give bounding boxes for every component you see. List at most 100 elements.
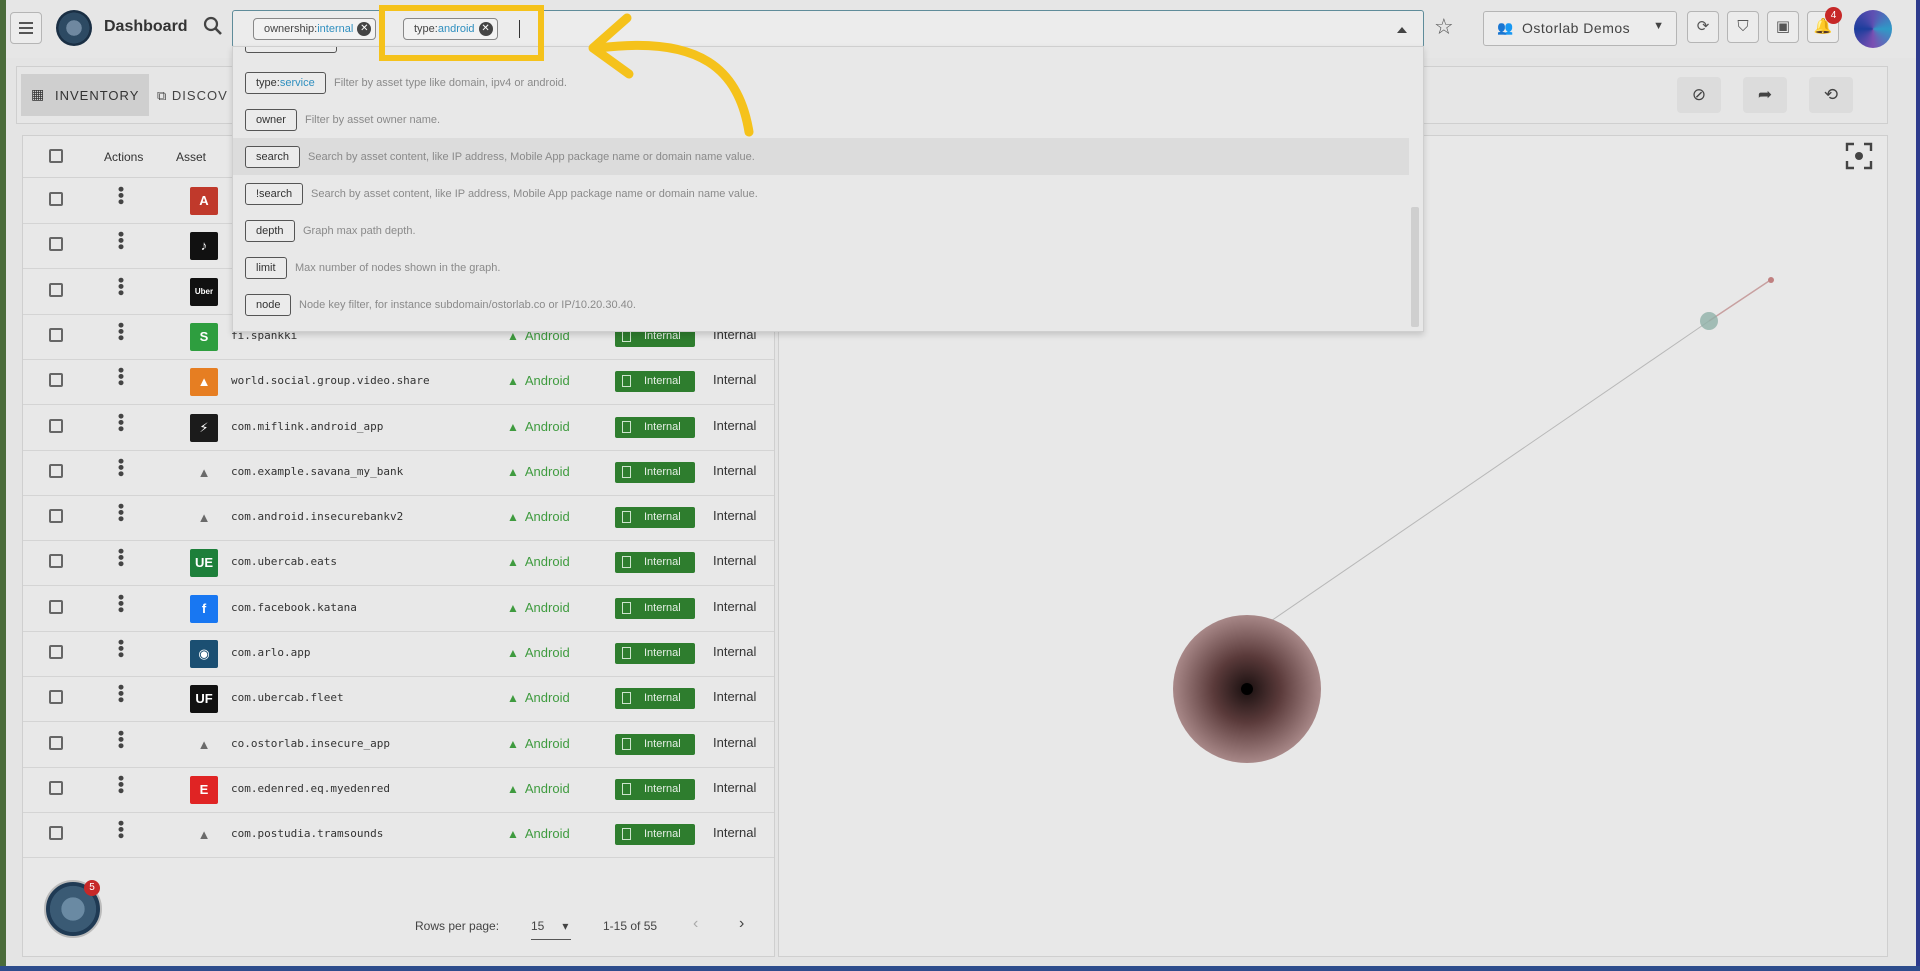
asset-name[interactable]: com.miflink.android_app: [231, 420, 383, 433]
row-checkbox[interactable]: [49, 690, 63, 705]
ownership-badge: Internal: [615, 643, 695, 664]
filter-suggestions: type:service Filter by asset type like do…: [232, 46, 1424, 332]
row-checkbox[interactable]: [49, 554, 63, 569]
android-icon: ▲: [507, 827, 519, 842]
android-icon: ▲: [507, 419, 519, 434]
more-actions-icon[interactable]: •••: [111, 775, 131, 794]
asset-name[interactable]: world.social.group.video.share: [231, 374, 430, 387]
app-icon: ▲: [197, 464, 211, 480]
row-checkbox[interactable]: [49, 599, 63, 614]
asset-name[interactable]: com.ubercab.fleet: [231, 691, 344, 704]
hide-icon[interactable]: ⊘: [1677, 77, 1721, 113]
more-actions-icon[interactable]: •••: [111, 594, 131, 613]
filter-chip-ownership[interactable]: ownership:internal ✕: [253, 18, 377, 40]
row-checkbox[interactable]: [49, 327, 63, 342]
select-all-checkbox[interactable]: [49, 149, 63, 163]
suggestion-item[interactable]: depth Graph max path depth.: [233, 212, 1409, 249]
shield-icon[interactable]: ⛉: [1727, 11, 1759, 43]
row-checkbox[interactable]: [49, 735, 63, 750]
more-actions-icon[interactable]: •••: [111, 413, 131, 432]
asset-name[interactable]: com.example.savana_my_bank: [231, 465, 403, 478]
row-checkbox[interactable]: [49, 645, 63, 659]
organization-select[interactable]: 👥 Ostorlab Demos ▼: [1483, 11, 1677, 46]
table-row[interactable]: ••• ▲ co.ostorlab.insecure_app ▲ Android Inte…: [23, 722, 774, 768]
table-row[interactable]: ••• ◉ com.arlo.app ▲ Android Internal Internal: [23, 631, 774, 677]
scrollbar[interactable]: [1411, 207, 1419, 327]
row-checkbox[interactable]: [49, 418, 63, 433]
tab-inventory[interactable]: ▦ INVENTORY: [21, 74, 149, 116]
sync-icon[interactable]: ⟳: [1687, 11, 1719, 43]
next-page-icon[interactable]: ›: [739, 915, 744, 933]
row-checkbox[interactable]: [49, 780, 63, 795]
header-actions: Actions: [104, 150, 144, 164]
more-actions-icon[interactable]: •••: [111, 367, 131, 386]
table-row[interactable]: ••• ▲ com.example.savana_my_bank ▲ Android In…: [23, 450, 774, 496]
row-checkbox[interactable]: [49, 509, 63, 524]
suggestion-item[interactable]: search Search by asset content, like IP a…: [233, 138, 1409, 175]
row-checkbox[interactable]: [49, 192, 63, 206]
row-checkbox[interactable]: [49, 282, 63, 297]
ownership-badge: Internal: [615, 733, 695, 755]
ticket-icon[interactable]: ▣: [1767, 11, 1799, 43]
tab-discovery[interactable]: ⧉ DISCOV: [157, 88, 228, 104]
doc-icon: [622, 511, 631, 524]
more-actions-icon[interactable]: •••: [111, 277, 131, 296]
remove-chip-icon[interactable]: ✕: [357, 22, 372, 36]
ownership-value: Internal: [713, 508, 757, 524]
refresh-icon[interactable]: ⟲: [1809, 77, 1853, 113]
app-icon: UF: [190, 685, 218, 714]
more-actions-icon[interactable]: •••: [111, 231, 131, 250]
asset-name[interactable]: co.ostorlab.insecure_app: [231, 737, 390, 750]
window-edge: [1916, 0, 1920, 971]
asset-name[interactable]: com.ubercab.eats: [231, 555, 337, 568]
row-checkbox[interactable]: [49, 826, 63, 841]
share-icon[interactable]: ➦: [1743, 77, 1787, 113]
table-row[interactable]: ••• UE com.ubercab.eats ▲ Android Internal Int…: [23, 540, 774, 587]
more-actions-icon[interactable]: •••: [111, 322, 131, 341]
table-row[interactable]: ••• UF com.ubercab.fleet ▲ Android Internal In…: [23, 676, 774, 723]
more-actions-icon[interactable]: •••: [111, 503, 131, 522]
suggestion-description: Graph max path depth.: [303, 225, 416, 237]
more-actions-icon[interactable]: •••: [111, 730, 131, 749]
search-icon: [203, 16, 222, 35]
more-actions-icon[interactable]: •••: [111, 186, 131, 205]
more-actions-icon[interactable]: •••: [111, 684, 131, 703]
asset-name[interactable]: com.arlo.app: [231, 646, 310, 659]
avatar[interactable]: [1854, 10, 1892, 48]
row-checkbox[interactable]: [49, 237, 63, 252]
suggestion-item[interactable]: !search Search by asset content, like IP …: [233, 175, 1409, 212]
asset-name[interactable]: com.postudia.tramsounds: [231, 827, 383, 840]
rows-per-page-select[interactable]: 15 ▾: [531, 919, 571, 940]
ownership-value: Internal: [713, 462, 757, 478]
more-actions-icon[interactable]: •••: [111, 458, 131, 477]
asset-name[interactable]: com.edenred.eq.myedenred: [231, 782, 390, 795]
suggestion-item[interactable]: node Node key filter, for instance subdom…: [233, 286, 1409, 323]
doc-icon: [622, 465, 631, 478]
table-row[interactable]: ••• f com.facebook.katana ▲ Android Internal I…: [23, 586, 774, 632]
suggestion-item[interactable]: owner Filter by asset owner name.: [233, 101, 1409, 138]
collapse-arrow-icon[interactable]: [1397, 27, 1407, 33]
suggestion-key: owner: [245, 109, 297, 131]
table-row[interactable]: ••• Ecom.edenred.eq.myedenred ▲ Android Inte…: [23, 767, 774, 813]
ownership-value: Internal: [713, 644, 757, 659]
ostorlab-logo[interactable]: [56, 10, 92, 46]
asset-type: ▲ Android: [507, 645, 570, 660]
prev-page-icon[interactable]: ‹: [693, 915, 698, 933]
table-row[interactable]: ••• ▲ world.social.group.video.share ▲ Andro…: [23, 359, 774, 406]
row-checkbox[interactable]: [49, 373, 63, 388]
star-icon[interactable]: ☆: [1434, 14, 1454, 40]
table-row[interactable]: ••• ▲ com.postudia.tramsounds ▲ Android Inter…: [23, 812, 774, 859]
more-actions-icon[interactable]: •••: [111, 639, 131, 658]
table-row[interactable]: ••• ▲ com.android.insecurebankv2 ▲ Android In…: [23, 495, 774, 542]
android-icon: ▲: [507, 600, 519, 615]
table-row[interactable]: ••• ⚡ com.miflink.android_app ▲ Android Inter…: [23, 405, 774, 451]
suggestion-item[interactable]: type:service Filter by asset type like do…: [233, 64, 1409, 101]
more-actions-icon[interactable]: •••: [111, 548, 131, 567]
asset-type: ▲ Android: [507, 509, 570, 525]
menu-button[interactable]: [10, 12, 42, 44]
suggestion-item[interactable]: limit Max number of nodes shown in the gr…: [233, 249, 1409, 286]
row-checkbox[interactable]: [49, 463, 63, 478]
asset-name[interactable]: com.android.insecurebankv2: [231, 510, 403, 523]
asset-name[interactable]: com.facebook.katana: [231, 601, 357, 614]
more-actions-icon[interactable]: •••: [111, 820, 131, 839]
